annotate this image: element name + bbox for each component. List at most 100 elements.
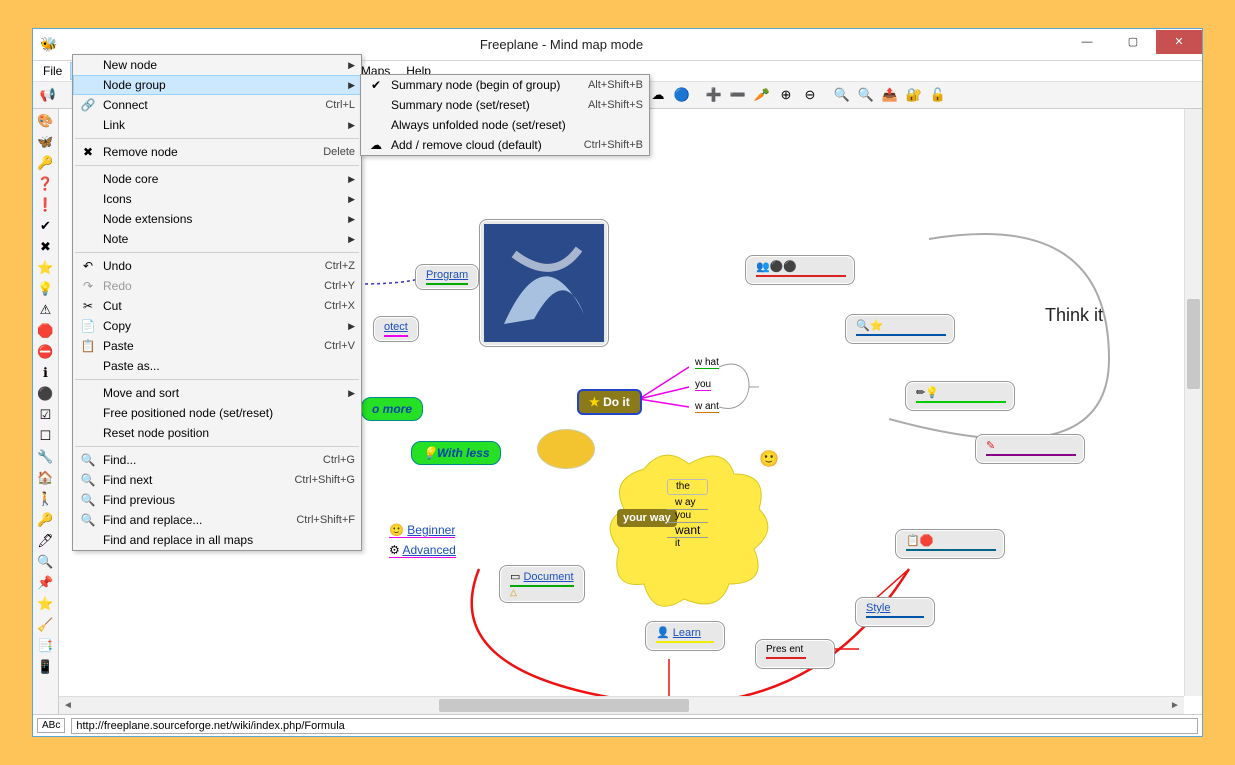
doit-node[interactable]: ★ Do it [577,389,642,415]
left-icon-7[interactable]: ⭐ [35,258,57,278]
submenu-arrow-icon: ▶ [348,60,355,71]
nodegroup-add-remove-cloud-default-[interactable]: ☁Add / remove cloud (default)Ctrl+Shift+… [361,135,649,155]
edit-menu-node-extensions[interactable]: Node extensions▶ [73,209,361,229]
withless-node[interactable]: 💡With less [411,441,501,465]
edit-menu-paste[interactable]: 📋PasteCtrl+V [73,336,361,356]
edit-menu-find-[interactable]: 🔍Find...Ctrl+G [73,450,361,470]
minimize-button[interactable]: — [1064,30,1110,54]
left-icon-22[interactable]: 📌 [35,573,57,593]
edit-menu-undo[interactable]: ↶UndoCtrl+Z [73,256,361,276]
left-icon-14[interactable]: ☑ [35,405,57,425]
left-icon-17[interactable]: 🏠 [35,468,57,488]
menu-item-label: Node extensions [103,212,192,226]
scrollbar-horizontal[interactable]: ◄ ► [59,696,1184,714]
left-icon-0[interactable]: 🎨 [35,111,57,131]
edit-menu-move-and-sort[interactable]: Move and sort▶ [73,383,361,403]
edit-menu-icons[interactable]: Icons▶ [73,189,361,209]
scrollbar-vertical[interactable] [1184,109,1202,696]
collapse-icon[interactable]: ⊖ [799,84,821,106]
left-icon-5[interactable]: ✔ [35,216,57,236]
program-link[interactable]: Program [426,269,468,281]
left-icon-26[interactable]: 📱 [35,657,57,677]
edit-menu-note[interactable]: Note▶ [73,229,361,249]
left-icon-25[interactable]: 📑 [35,636,57,656]
status-url[interactable] [71,718,1198,734]
image-node[interactable] [479,219,609,347]
edit-menu-find-previous[interactable]: 🔍Find previous [73,490,361,510]
learn-node[interactable]: 👤 Learn [645,621,725,651]
edit-menu-paste-as-[interactable]: Paste as... [73,356,361,376]
left-icon-9[interactable]: ⚠ [35,300,57,320]
edit-menu-redo[interactable]: ↷RedoCtrl+Y [73,276,361,296]
left-icon-19[interactable]: 🔑 [35,510,57,530]
beginner-label[interactable]: 🙂 Beginner [389,523,455,538]
scroll-right-icon[interactable]: ► [1166,697,1184,714]
nodegroup-always-unfolded-node-set-reset-[interactable]: Always unfolded node (set/reset) [361,115,649,135]
menu-item-icon: 📋 [79,339,97,353]
left-icon-18[interactable]: 🚶 [35,489,57,509]
think-node-3[interactable]: ✏💡 [905,381,1015,411]
edit-menu-node-core[interactable]: Node core▶ [73,169,361,189]
present-node[interactable]: Pres ent [755,639,835,669]
left-icon-23[interactable]: ⭐ [35,594,57,614]
unlock-icon[interactable]: 🔓 [927,84,949,106]
share-node[interactable]: 📋🛑 [895,529,1005,559]
zoom-in-icon[interactable]: 🔍 [831,84,853,106]
statusbar: ABc [33,714,1202,736]
edit-menu-find-next[interactable]: 🔍Find nextCtrl+Shift+G [73,470,361,490]
omore-node[interactable]: o more [361,397,423,421]
nodegroup-summary-node-set-reset-[interactable]: Summary node (set/reset)Alt+Shift+S [361,95,649,115]
left-icon-20[interactable]: 🖊 [35,531,57,551]
carrot-icon[interactable]: 🥕 [751,84,773,106]
edit-menu-copy[interactable]: 📄Copy▶ [73,316,361,336]
think-node-1[interactable]: 👥⚫⚫ [745,255,855,285]
otect-link[interactable]: otect [384,321,408,333]
megaphone-icon[interactable]: 📢 [37,84,59,106]
edit-menu-node-group[interactable]: Node group▶ [73,75,361,95]
edit-menu-connect[interactable]: 🔗ConnectCtrl+L [73,95,361,115]
advanced-label[interactable]: ⚙ Advanced [389,543,456,558]
cloud-icon[interactable]: ☁ [647,84,669,106]
left-icon-12[interactable]: ℹ [35,363,57,383]
cloud-color-icon[interactable]: 🔵 [671,84,693,106]
left-icon-2[interactable]: 🔑 [35,153,57,173]
left-icon-8[interactable]: 💡 [35,279,57,299]
program-node[interactable]: Program [415,264,479,290]
left-icon-16[interactable]: 🔧 [35,447,57,467]
edit-menu-find-and-replace-[interactable]: 🔍Find and replace...Ctrl+Shift+F [73,510,361,530]
left-icon-24[interactable]: 🧹 [35,615,57,635]
edit-menu-find-and-replace-in-all-maps[interactable]: Find and replace in all maps [73,530,361,550]
menu-item-label: Icons [103,192,132,206]
fit-icon[interactable]: ⊕ [775,84,797,106]
remove-icon[interactable]: ➖ [727,84,749,106]
add-icon[interactable]: ➕ [703,84,725,106]
menu-file[interactable]: File [35,62,70,80]
document-node[interactable]: ▭ Document △ [499,565,585,603]
export-icon[interactable]: 📤 [879,84,901,106]
left-icon-6[interactable]: ✖ [35,237,57,257]
left-icon-4[interactable]: ❗ [35,195,57,215]
edit-menu-cut[interactable]: ✂CutCtrl+X [73,296,361,316]
left-icon-15[interactable]: ☐ [35,426,57,446]
left-icon-21[interactable]: 🔍 [35,552,57,572]
left-icon-1[interactable]: 🦋 [35,132,57,152]
left-icon-13[interactable]: ⚫ [35,384,57,404]
edit-menu-new-node[interactable]: New node▶ [73,55,361,75]
left-icon-11[interactable]: ⛔ [35,342,57,362]
edit-menu-link[interactable]: Link▶ [73,115,361,135]
edit-menu-free-positioned-node-set-reset-[interactable]: Free positioned node (set/reset) [73,403,361,423]
style-node[interactable]: Style [855,597,935,627]
edit-menu-reset-node-position[interactable]: Reset node position [73,423,361,443]
encrypt-icon[interactable]: 🔐 [903,84,925,106]
think-node-2[interactable]: 🔍⭐ [845,314,955,344]
close-button[interactable]: ✕ [1156,30,1202,54]
left-icon-10[interactable]: 🛑 [35,321,57,341]
otect-node[interactable]: otect [373,316,419,342]
nodegroup-summary-node-begin-of-group-[interactable]: ✔Summary node (begin of group)Alt+Shift+… [361,75,649,95]
maximize-button[interactable]: ▢ [1110,30,1156,54]
scroll-left-icon[interactable]: ◄ [59,697,77,714]
zoom-fit-icon[interactable]: 🔍 [855,84,877,106]
left-icon-3[interactable]: ❓ [35,174,57,194]
think-node-4[interactable]: ✎ [975,434,1085,464]
edit-menu-remove-node[interactable]: ✖Remove nodeDelete [73,142,361,162]
